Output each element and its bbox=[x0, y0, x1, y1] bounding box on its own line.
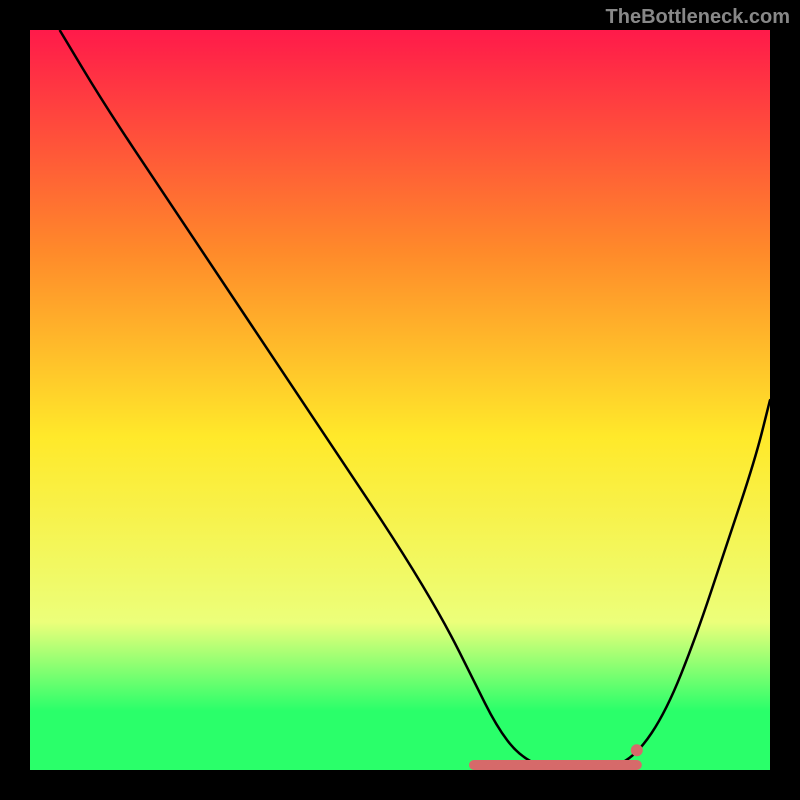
watermark-text: TheBottleneck.com bbox=[606, 6, 790, 29]
chart-svg bbox=[30, 30, 770, 770]
chart-container: TheBottleneck.com bbox=[0, 0, 800, 800]
plot-area bbox=[30, 30, 770, 770]
gradient-background bbox=[30, 30, 770, 770]
highlight-dot-icon bbox=[631, 744, 643, 756]
